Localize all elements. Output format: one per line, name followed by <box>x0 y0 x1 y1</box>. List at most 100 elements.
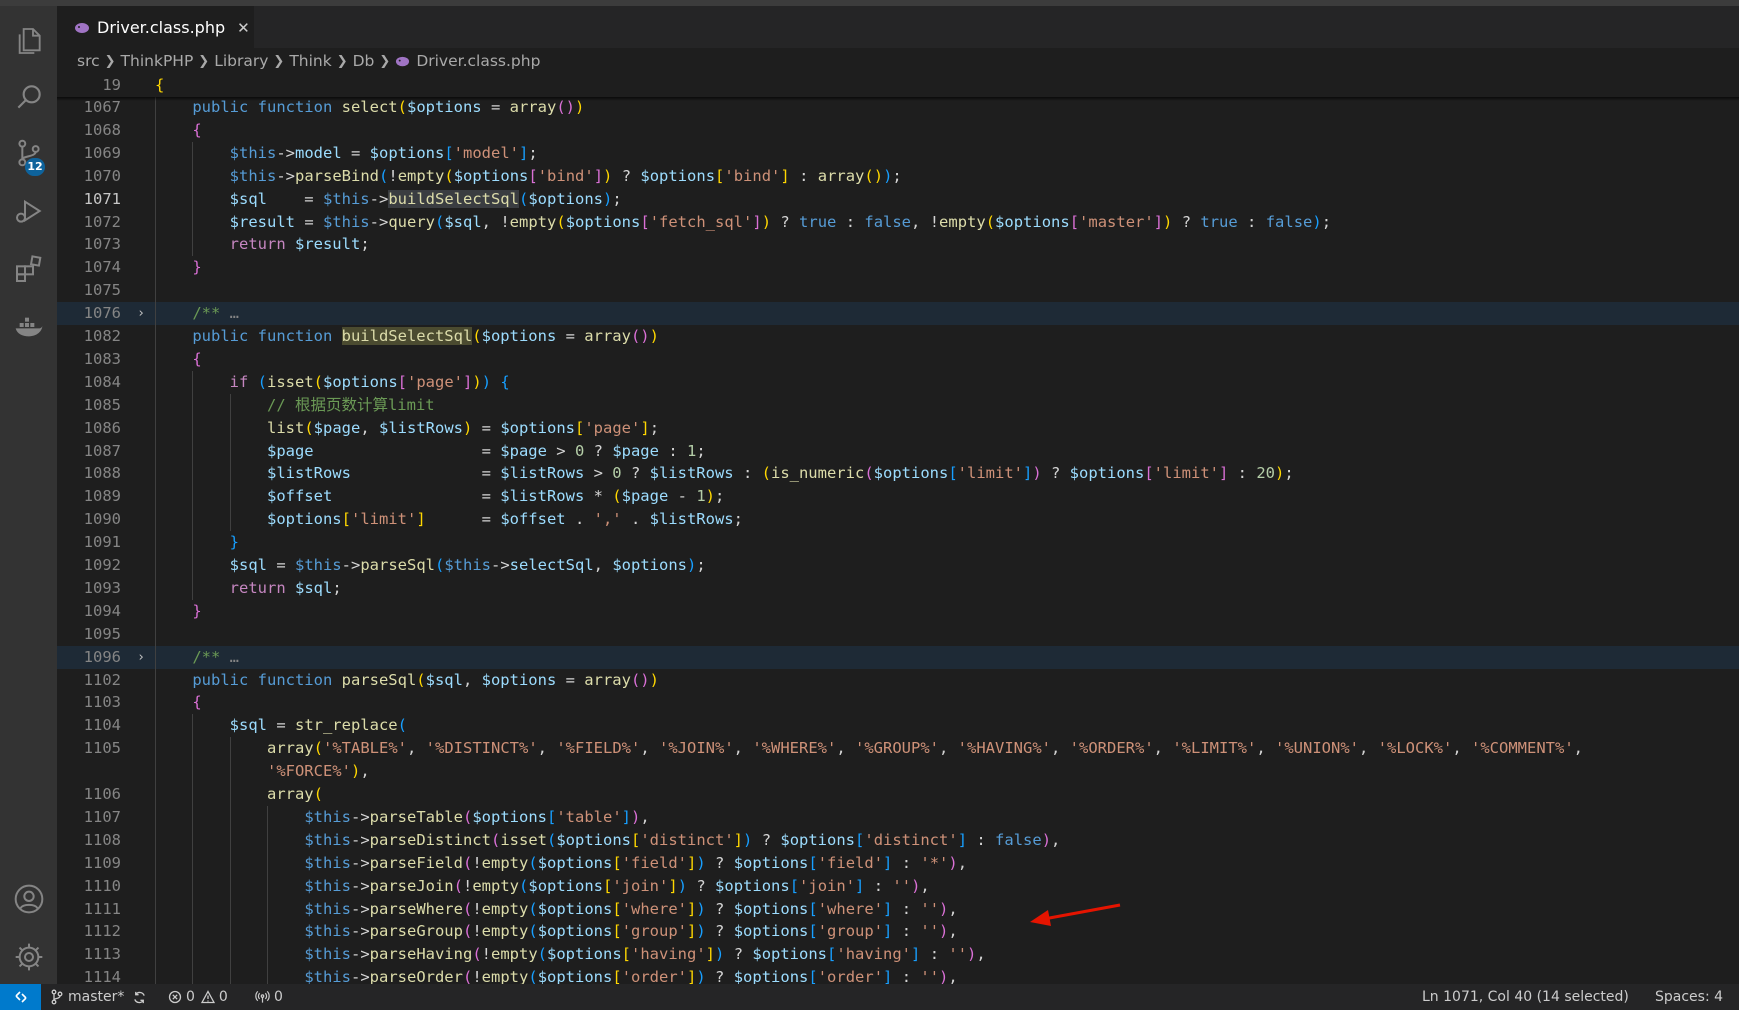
code-line-row[interactable]: 1085 // 根据页数计算limit <box>57 394 1739 417</box>
code-line-row[interactable]: 1111 $this->parseWhere(!empty($options['… <box>57 898 1739 921</box>
code-line-row[interactable]: 1087 $page = $page > 0 ? $page : 1; <box>57 440 1739 463</box>
remote-indicator[interactable] <box>0 984 41 1010</box>
code-text: array( <box>266 785 323 803</box>
code-text: } <box>229 533 239 552</box>
code-line-row[interactable]: 1074 } <box>57 256 1739 279</box>
close-icon[interactable]: ✕ <box>237 19 250 37</box>
run-debug-icon[interactable] <box>0 186 57 236</box>
breadcrumb-src[interactable]: src <box>77 52 100 70</box>
code-line-row[interactable]: 1104 $sql = str_replace( <box>57 714 1739 737</box>
code-text: $page = $page > 0 ? $page : 1; <box>266 441 706 460</box>
line-number: 1094 <box>83 601 121 620</box>
code-line-row[interactable]: 1069 $this->model = $options['model']; <box>57 142 1739 165</box>
account-icon[interactable] <box>0 874 57 924</box>
code-line-row[interactable]: 1084 if (isset($options['page'])) { <box>57 371 1739 394</box>
line-number: 19 <box>102 76 121 94</box>
code-line-row[interactable]: 1109 $this->parseField(!empty($options['… <box>57 852 1739 875</box>
code-line-row[interactable]: 1068 { <box>57 119 1739 142</box>
code-text: { <box>192 120 202 139</box>
settings-gear-icon[interactable] <box>0 932 57 982</box>
docker-icon[interactable] <box>0 302 57 352</box>
code-text: { <box>192 693 202 712</box>
line-number: 1073 <box>83 235 121 254</box>
line-number: 1085 <box>83 395 121 414</box>
sticky-shadow <box>57 97 1739 101</box>
code-text: $this->parseHaving(!empty($options['havi… <box>304 945 986 964</box>
line-number: 1102 <box>83 670 121 689</box>
code-line-row[interactable]: 1108 $this->parseDistinct(isset($options… <box>57 829 1739 852</box>
code-text: $this->parseOrder(!empty($options['order… <box>304 968 958 984</box>
code-line-row[interactable]: 1095 <box>57 623 1739 646</box>
code-line-row[interactable]: 1088 $listRows = $listRows > 0 ? $listRo… <box>57 462 1739 485</box>
code-text: if (isset($options['page'])) { <box>229 372 510 391</box>
code-line-row[interactable]: 1107 $this->parseTable($options['table']… <box>57 806 1739 829</box>
code-text: $result = $this->query($sql, !empty($opt… <box>229 212 1332 231</box>
line-number: 1069 <box>83 143 121 162</box>
sticky-scroll-header[interactable]: 19 { <box>57 74 1739 97</box>
indent-guide <box>192 370 194 600</box>
code-line-row[interactable]: 1112 $this->parseGroup(!empty($options['… <box>57 920 1739 943</box>
source-control-icon[interactable]: 12 <box>0 128 57 178</box>
code-editor[interactable]: 19 { 1061 1067 public function select($o… <box>57 74 1739 984</box>
code-line-row[interactable]: 1070 $this->parseBind(!empty($options['b… <box>57 165 1739 188</box>
code-text: } <box>192 601 202 620</box>
line-number: 1096 <box>83 647 121 666</box>
code-line-row[interactable]: 1071 $sql = $this->buildSelectSql($optio… <box>57 188 1739 211</box>
problems-indicator[interactable]: 0 0 <box>168 984 228 1010</box>
code-line-row[interactable]: 1090 $options['limit'] = $offset . ',' .… <box>57 508 1739 531</box>
code-line-row[interactable]: 1106 array( <box>57 783 1739 806</box>
code-line-row[interactable]: 1082 public function buildSelectSql($opt… <box>57 325 1739 348</box>
cursor-position[interactable]: Ln 1071, Col 40 (14 selected) <box>1422 984 1629 1010</box>
line-number: 1084 <box>83 372 121 391</box>
ports-indicator[interactable]: 0 <box>255 984 283 1010</box>
code-text: /** … <box>192 304 240 323</box>
code-line-row[interactable]: 1110 $this->parseJoin(!empty($options['j… <box>57 875 1739 898</box>
branch-indicator[interactable]: master* <box>50 984 151 1010</box>
code-line-row[interactable]: 1092 $sql = $this->parseSql($this->selec… <box>57 554 1739 577</box>
line-number: 1090 <box>83 510 121 529</box>
breadcrumb-db[interactable]: Db <box>353 52 375 70</box>
code-text: $options['limit'] = $offset . ',' . $lis… <box>266 510 743 529</box>
breadcrumb-library[interactable]: Library <box>214 52 268 70</box>
line-number: 1104 <box>83 716 121 735</box>
breadcrumb-think[interactable]: Think <box>289 52 331 70</box>
code-line-row[interactable]: 1113 $this->parseHaving(!empty($options[… <box>57 943 1739 966</box>
breadcrumb-file[interactable]: Driver.class.php <box>416 52 540 70</box>
code-line-row[interactable]: 1102 public function parseSql($sql, $opt… <box>57 669 1739 692</box>
search-icon[interactable] <box>0 72 57 122</box>
code-line-row[interactable]: 1075 <box>57 279 1739 302</box>
indent-guide <box>229 393 231 532</box>
explorer-icon[interactable] <box>0 16 57 66</box>
indentation[interactable]: Spaces: 4 <box>1655 984 1723 1010</box>
sync-icon[interactable] <box>132 990 147 1005</box>
code-line-row[interactable]: 1089 $offset = $listRows * ($page - 1); <box>57 485 1739 508</box>
code-line-row[interactable]: 1083 { <box>57 348 1739 371</box>
fold-chevron-icon[interactable]: › <box>133 646 149 669</box>
line-number: 1092 <box>83 556 121 574</box>
code-line-row[interactable]: 1094 } <box>57 600 1739 623</box>
folded-code-line[interactable]: 1096 › /** … <box>57 645 1739 669</box>
code-line-row[interactable]: 1103 { <box>57 691 1739 714</box>
tab-driver-class-php[interactable]: Driver.class.php ✕ <box>57 6 254 48</box>
code-text: $sql = $this->buildSelectSql($options); <box>229 189 622 208</box>
code-line-row[interactable]: 1086 list($page, $listRows) = $options['… <box>57 417 1739 440</box>
indent-guide <box>229 737 231 984</box>
code-line-row[interactable]: 1091 } <box>57 531 1739 554</box>
breadcrumb-thinkphp[interactable]: ThinkPHP <box>121 52 194 70</box>
folded-code-line[interactable]: 1076 › /** … <box>57 302 1739 326</box>
extensions-icon[interactable] <box>0 244 57 294</box>
code-line-row[interactable]: '%FORCE%'), <box>57 760 1739 783</box>
line-number: 1074 <box>83 258 121 277</box>
fold-chevron-icon[interactable]: › <box>133 302 149 325</box>
code-line-row[interactable]: 1093 return $sql; <box>57 577 1739 600</box>
line-number: 1083 <box>83 349 121 368</box>
line-number: 1087 <box>83 441 121 460</box>
code-line-row[interactable]: 1114 $this->parseOrder(!empty($options['… <box>57 966 1739 984</box>
warning-icon <box>200 990 215 1004</box>
line-number: 1070 <box>83 166 121 185</box>
php-elephant-icon <box>75 22 89 33</box>
code-line-row[interactable]: 1072 $result = $this->query($sql, !empty… <box>57 211 1739 234</box>
code-line-row[interactable]: 1073 return $result; <box>57 233 1739 256</box>
chevron-right-icon: ❯ <box>198 53 210 69</box>
code-line-row[interactable]: 1105 array('%TABLE%', '%DISTINCT%', '%FI… <box>57 737 1739 760</box>
